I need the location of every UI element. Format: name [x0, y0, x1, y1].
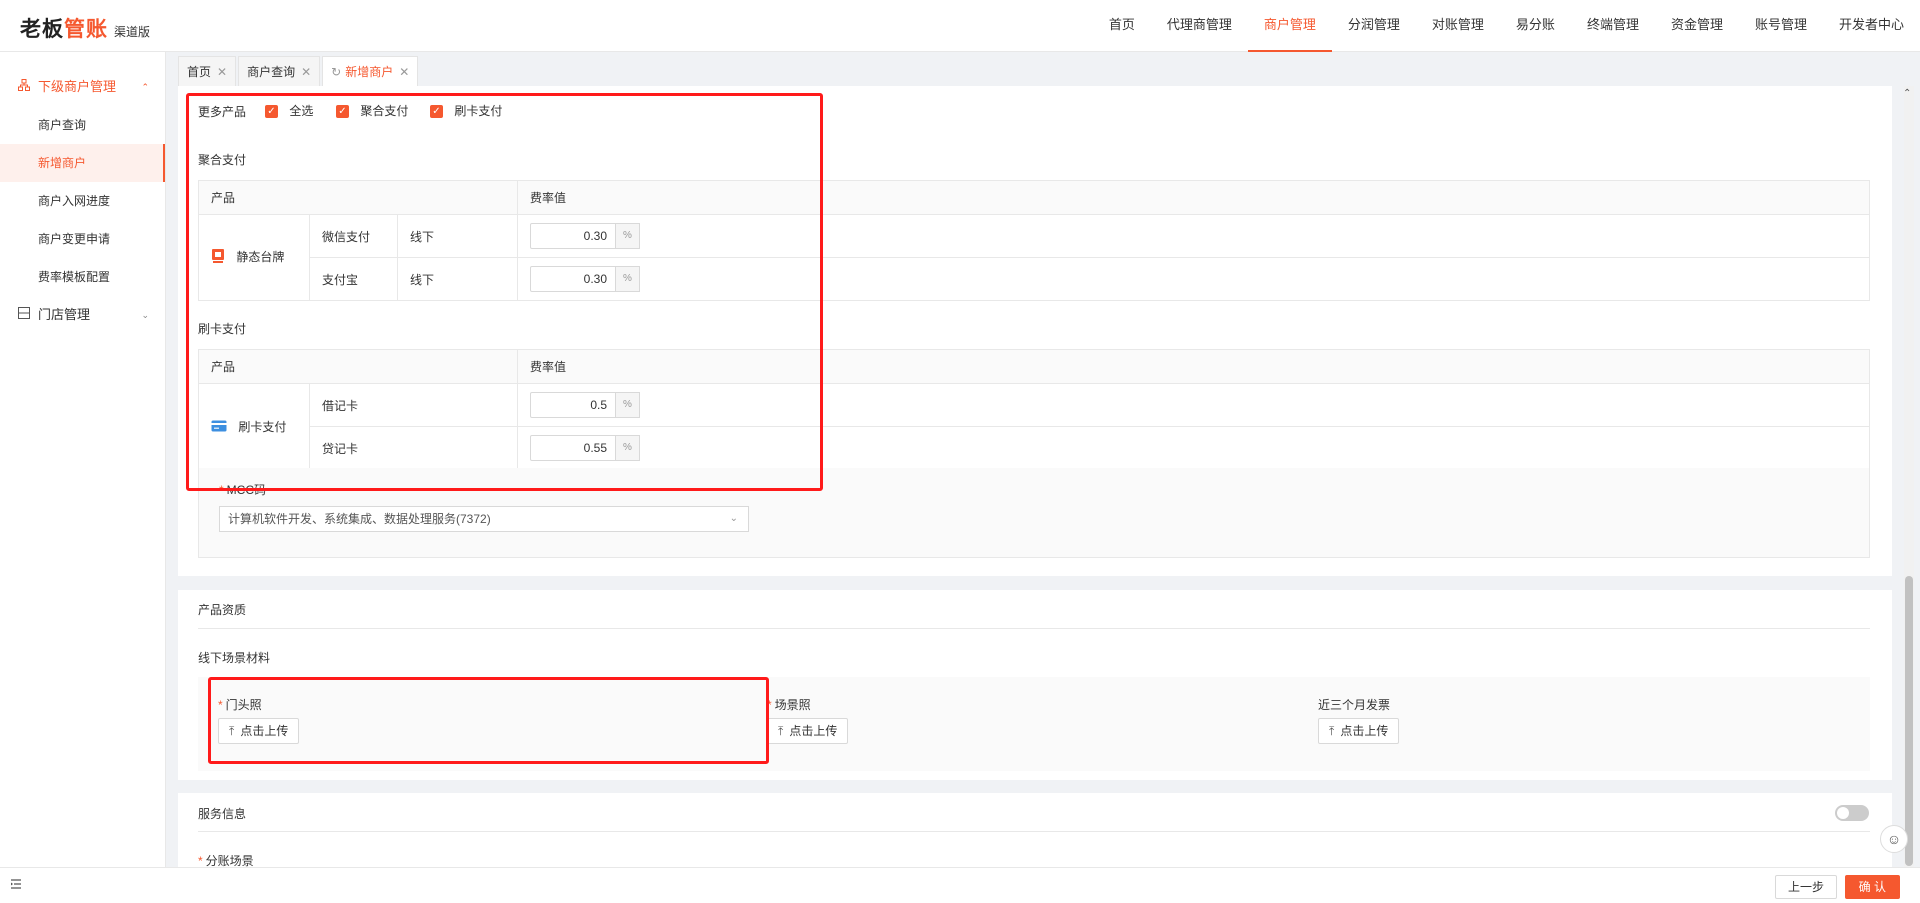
tab-new-merchant[interactable]: ↻ 新增商户 ✕ [322, 56, 419, 86]
sidebar-group-store[interactable]: 门店管理 ⌄ [0, 296, 165, 334]
confirm-button[interactable]: 确 认 [1844, 875, 1900, 899]
menu-collapse-icon[interactable] [10, 878, 22, 893]
divider [198, 628, 1870, 629]
scene-photo-label: * 场景照 [767, 698, 811, 712]
page-scrollbar[interactable] [1904, 86, 1914, 867]
field-label-text: 近三个月发票 [1318, 698, 1391, 712]
close-icon[interactable]: ✕ [399, 58, 409, 86]
footer-bar: 上一步 确 认 [0, 867, 1920, 903]
divider [198, 831, 1870, 832]
upload-label: 点击上传 [789, 724, 838, 738]
logo: 老板 管账 渠道版 [20, 13, 150, 43]
scroll-up-icon[interactable]: ⌃ [1903, 88, 1911, 99]
logo-text-main: 老板 [20, 18, 64, 41]
topnav-split[interactable]: 易分账 [1500, 0, 1571, 52]
close-icon[interactable]: ✕ [217, 58, 227, 86]
offline-materials-title: 线下场景材料 [198, 651, 271, 665]
service-info-panel: 服务信息 * 分账场景 [178, 793, 1892, 868]
qualification-title: 产品资质 [198, 603, 247, 617]
topnav-terminal[interactable]: 终端管理 [1571, 0, 1655, 52]
tab-merchant-query[interactable]: 商户查询 ✕ [238, 56, 321, 86]
upload-invoice-button[interactable]: ⤒ 点击上传 [1318, 718, 1400, 744]
topnav-agent[interactable]: 代理商管理 [1151, 0, 1248, 52]
toggle-knob [1837, 807, 1849, 819]
sidebar-group-merchant[interactable]: 下级商户管理 ⌃ [0, 68, 165, 106]
mcc-select[interactable]: 计算机软件开发、系统集成、数据处理服务(7372) ⌄ [219, 506, 749, 532]
qualification-panel: 产品资质 线下场景材料 * 门头照 ⤒ 点击上传 * 场景照 ⤒ 点击上传 近三个月发票… [178, 590, 1892, 780]
topnav-merchant[interactable]: 商户管理 [1247, 0, 1332, 52]
topnav-funds[interactable]: 资金管理 [1655, 0, 1739, 52]
org-icon [18, 68, 30, 106]
upload-label: 点击上传 [1340, 724, 1389, 738]
tab-label: 商户查询 [247, 64, 296, 79]
sidebar: 下级商户管理 ⌃ 商户查询 新增商户 商户入网进度 商户变更申请 费率模板配置 … [0, 52, 166, 867]
smiley-icon[interactable]: ☺ [1880, 825, 1908, 853]
topnav-home[interactable]: 首页 [1093, 0, 1151, 52]
mcc-select-value: 计算机软件开发、系统集成、数据处理服务(7372) [228, 512, 491, 526]
highlight-box-rates [186, 93, 823, 491]
logo-text-accent: 管账 [64, 18, 108, 41]
topnav-reconcile[interactable]: 对账管理 [1416, 0, 1500, 52]
product-rates-panel: 更多产品 ✓ 全选 ✓ 聚合支付 ✓ 刷卡支付 聚合支付 产品 费率值 静态台牌… [178, 86, 1892, 576]
scrollbar-thumb[interactable] [1905, 576, 1913, 866]
upload-icon: ⤒ [1329, 724, 1335, 738]
top-nav: 首页 代理商管理 商户管理 分润管理 对账管理 易分账 终端管理 资金管理 账号… [1093, 0, 1920, 52]
highlight-box-uploads [208, 677, 769, 764]
refresh-icon[interactable]: ↻ [331, 58, 341, 86]
upload-scene-button[interactable]: ⤒ 点击上传 [767, 718, 849, 744]
service-info-toggle[interactable] [1835, 805, 1869, 821]
sidebar-group-label: 门店管理 [38, 307, 91, 322]
upload-icon: ⤒ [778, 724, 784, 738]
topnav-developer[interactable]: 开发者中心 [1823, 0, 1920, 52]
chevron-up-icon: ⌃ [141, 82, 149, 92]
topnav-profit[interactable]: 分润管理 [1332, 0, 1416, 52]
chevron-down-icon: ⌄ [141, 310, 149, 320]
invoice-label: 近三个月发票 [1318, 696, 1390, 713]
tab-label: 首页 [187, 64, 212, 79]
topnav-account[interactable]: 账号管理 [1739, 0, 1823, 52]
store-icon [18, 296, 30, 334]
field-label-text: 分账场景 [205, 854, 254, 868]
sidebar-group-label: 下级商户管理 [38, 79, 117, 94]
sidebar-item-merchant-query[interactable]: 商户查询 [0, 106, 165, 144]
chevron-down-icon: ⌄ [729, 513, 738, 524]
close-icon[interactable]: ✕ [301, 58, 311, 86]
logo-suffix: 渠道版 [114, 25, 151, 39]
field-label-text: 场景照 [774, 698, 811, 712]
service-info-title: 服务信息 [198, 807, 247, 821]
sidebar-item-rate-template[interactable]: 费率模板配置 [0, 258, 165, 296]
top-header: 老板 管账 渠道版 首页 代理商管理 商户管理 分润管理 对账管理 易分账 终端… [0, 0, 1920, 52]
tab-home[interactable]: 首页 ✕ [178, 56, 237, 86]
sidebar-item-onboarding-progress[interactable]: 商户入网进度 [0, 182, 165, 220]
prev-step-button[interactable]: 上一步 [1774, 875, 1837, 899]
sidebar-item-change-request[interactable]: 商户变更申请 [0, 220, 165, 258]
sidebar-item-new-merchant[interactable]: 新增商户 [0, 144, 165, 182]
tab-label: 新增商户 [345, 64, 394, 79]
tab-bar: 首页 ✕ 商户查询 ✕ ↻ 新增商户 ✕ [178, 56, 420, 86]
